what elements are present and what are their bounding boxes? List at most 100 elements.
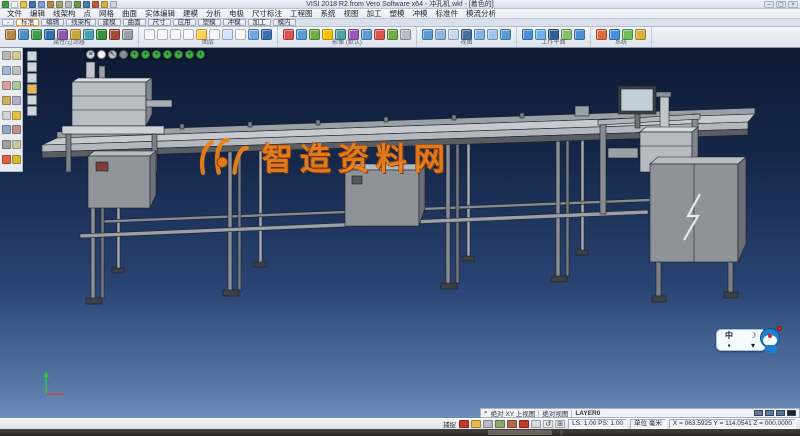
active-select-icon[interactable] — [27, 84, 37, 94]
snap-quadrant-icon[interactable]: + — [196, 50, 205, 59]
help-icon[interactable] — [101, 1, 108, 8]
filter-solid-icon[interactable] — [57, 29, 68, 40]
color-swatch-3[interactable] — [776, 410, 785, 416]
taskbar-item[interactable] — [560, 430, 563, 435]
system-update-icon[interactable] — [622, 29, 633, 40]
layer-settings-icon[interactable] — [261, 29, 272, 40]
ribbon-tab-6[interactable]: 尺寸 — [148, 19, 171, 26]
ime-moon-icon[interactable]: ☽ — [749, 331, 756, 340]
box-select-icon[interactable] — [27, 73, 37, 83]
coordinate-mode-label[interactable]: 绝对视图 — [542, 408, 568, 418]
filter-surface-icon[interactable] — [83, 29, 94, 40]
system-info-icon[interactable] — [635, 29, 646, 40]
print-icon[interactable] — [65, 1, 72, 8]
viewport-3d[interactable]: ≡↖+++++++ 智造资料网 中 ☽ — [0, 48, 800, 418]
menu-item-2[interactable]: 线架构 — [49, 9, 80, 19]
pen-color-swatch[interactable] — [787, 410, 796, 416]
workplane-align-icon[interactable] — [561, 29, 572, 40]
undo-icon[interactable] — [74, 1, 81, 8]
filter-wire-icon[interactable] — [70, 29, 81, 40]
highlight-status-icon[interactable] — [519, 420, 529, 428]
ime-tool-icon[interactable]: ▪ — [728, 341, 731, 350]
view-top-icon[interactable] — [422, 29, 433, 40]
system-globe-icon[interactable] — [596, 29, 607, 40]
menu-item-6[interactable]: 实体编辑 — [141, 9, 179, 19]
snap-midpoint-icon[interactable]: + — [141, 50, 150, 59]
cursor-icon[interactable]: ↖ — [108, 50, 117, 59]
body-select-icon[interactable] — [27, 106, 37, 116]
snap-point-icon[interactable]: + — [130, 50, 139, 59]
mannequin-icon[interactable] — [119, 50, 128, 59]
ribbon-tab-2[interactable]: 编辑 — [41, 19, 64, 26]
pan-icon[interactable] — [487, 29, 498, 40]
mask-tool-icon[interactable] — [2, 155, 11, 164]
layer-hide-icon[interactable] — [183, 29, 194, 40]
hidden-line-icon[interactable] — [361, 29, 372, 40]
zoom-fit-icon[interactable] — [461, 29, 472, 40]
snap-status-icon[interactable] — [471, 420, 481, 428]
filter-face-icon[interactable] — [31, 29, 42, 40]
wireframe-icon[interactable] — [348, 29, 359, 40]
view-front-icon[interactable] — [435, 29, 446, 40]
render-icon[interactable] — [335, 29, 346, 40]
extend-tool-icon[interactable] — [2, 111, 11, 120]
save-all-icon[interactable] — [38, 1, 45, 8]
rotate-view-icon[interactable] — [500, 29, 511, 40]
ime-language-toggle[interactable]: 中 — [725, 331, 733, 340]
open-file-icon[interactable] — [20, 1, 27, 8]
dropdown-icon[interactable] — [110, 1, 117, 8]
machine-model-3d[interactable] — [0, 48, 800, 418]
menu-item-3[interactable]: 点 — [80, 9, 96, 19]
menu-item-4[interactable]: 网格 — [95, 9, 118, 19]
ribbon-tab-1[interactable]: 标准 — [16, 19, 39, 26]
snap-intersection-icon[interactable]: + — [163, 50, 172, 59]
fillet-tool-icon[interactable] — [12, 111, 21, 120]
layer-list-icon[interactable] — [209, 29, 220, 40]
group-tool-icon[interactable] — [2, 140, 11, 149]
grid-status-icon[interactable] — [495, 420, 505, 428]
export-icon[interactable] — [56, 1, 63, 8]
layer-move-icon[interactable] — [170, 29, 181, 40]
menu-item-17[interactable]: 标准件 — [432, 9, 463, 19]
attribute-pen-icon[interactable] — [5, 29, 16, 40]
select-tool-icon[interactable] — [2, 51, 11, 60]
ime-pill[interactable]: 中 ☽ ▪ ▾ — [716, 329, 766, 351]
menu-item-8[interactable]: 分析 — [202, 9, 225, 19]
ribbon-tab-11[interactable]: 模内 — [273, 19, 296, 26]
filter-edge-icon[interactable] — [44, 29, 55, 40]
info-tool-icon[interactable] — [12, 155, 21, 164]
trim-tool-icon[interactable] — [12, 96, 21, 105]
chamfer-tool-icon[interactable] — [2, 125, 11, 134]
redo-icon[interactable] — [83, 1, 90, 8]
ribbon-tab-10[interactable]: 加工 — [248, 19, 271, 26]
shade-green-icon[interactable] — [309, 29, 320, 40]
mirror-tool-icon[interactable] — [2, 81, 11, 90]
layer-copy-icon[interactable] — [157, 29, 168, 40]
ribbon-tab-5[interactable]: 曲面 — [123, 19, 146, 26]
snap-center-icon[interactable]: + — [152, 50, 161, 59]
color-swatch-1[interactable] — [754, 410, 763, 416]
rotate-tool-icon[interactable] — [12, 66, 21, 75]
menu-item-18[interactable]: 模流分析 — [462, 9, 500, 19]
ribbon-tab-0[interactable]: - — [2, 19, 14, 26]
minimize-button[interactable]: – — [764, 1, 774, 8]
active-view-label[interactable]: 绝对 XY 上视图 — [491, 408, 536, 418]
delete-icon[interactable] — [92, 1, 99, 8]
workplane-face-icon[interactable] — [535, 29, 546, 40]
shade-yellow-icon[interactable] — [322, 29, 333, 40]
taskbar[interactable] — [0, 429, 800, 436]
select-mode-icon[interactable] — [27, 51, 37, 61]
units-readout[interactable]: 单位 毫米 — [630, 419, 666, 429]
close-button[interactable]: × — [788, 1, 798, 8]
import-icon[interactable] — [47, 1, 54, 8]
menu-item-5[interactable]: 曲面 — [118, 9, 141, 19]
explode-tool-icon[interactable] — [12, 140, 21, 149]
layer-blank-icon[interactable] — [235, 29, 246, 40]
shade-red-icon[interactable] — [283, 29, 294, 40]
menu-icon[interactable]: ≡ — [86, 50, 95, 59]
menu-item-11[interactable]: 工程图 — [286, 9, 317, 19]
menu-item-15[interactable]: 塑模 — [386, 9, 409, 19]
layer-new-icon[interactable] — [144, 29, 155, 40]
measure-tool-icon[interactable] — [12, 51, 21, 60]
menu-item-12[interactable]: 系统 — [317, 9, 340, 19]
